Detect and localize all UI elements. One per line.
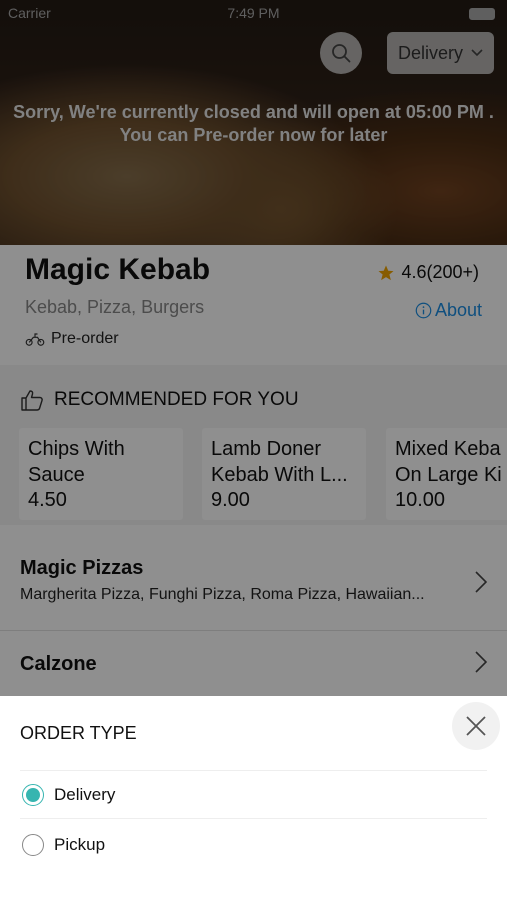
- order-type-sheet: ORDER TYPE Delivery Pickup: [0, 696, 507, 900]
- page: Carrier 7:49 PM Delivery Sorry, We're cu…: [0, 0, 507, 900]
- order-type-option-delivery[interactable]: Delivery: [22, 784, 115, 806]
- option-label: Delivery: [54, 785, 116, 804]
- radio-selected[interactable]: [22, 784, 44, 806]
- divider: [20, 818, 487, 819]
- modal-backdrop[interactable]: [0, 0, 507, 696]
- divider: [20, 770, 487, 771]
- radio-unselected[interactable]: [22, 834, 44, 856]
- order-type-option-pickup[interactable]: Pickup: [22, 834, 105, 856]
- sheet-title: ORDER TYPE: [20, 723, 137, 743]
- close-icon: [466, 716, 486, 736]
- option-label: Pickup: [54, 835, 106, 854]
- close-button[interactable]: [452, 702, 500, 750]
